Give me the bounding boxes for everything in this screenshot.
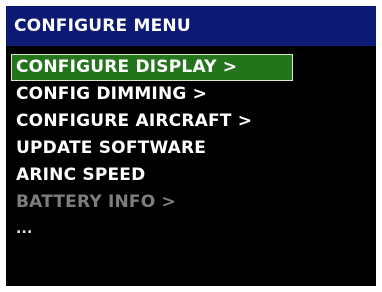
menu-item-battery-info: BATTERY INFO > <box>16 192 176 212</box>
menu-item-configure-aircraft[interactable]: CONFIGURE AIRCRAFT > <box>6 108 376 135</box>
menu-item-config-dimming[interactable]: CONFIG DIMMING > <box>6 81 376 108</box>
menu-more-indicator: ... <box>16 221 33 237</box>
configure-menu-list: CONFIGURE DISPLAY > CONFIG DIMMING > CON… <box>6 54 376 243</box>
menu-title: CONFIGURE MENU <box>6 6 376 46</box>
menu-item-arinc-speed[interactable]: ARINC SPEED <box>6 162 376 189</box>
menu-item-update-software[interactable]: UPDATE SOFTWARE <box>6 135 376 162</box>
menu-item-configure-display[interactable]: CONFIGURE DISPLAY > <box>11 54 293 81</box>
avionics-display: CONFIGURE MENU CONFIGURE DISPLAY > CONFI… <box>6 6 376 286</box>
